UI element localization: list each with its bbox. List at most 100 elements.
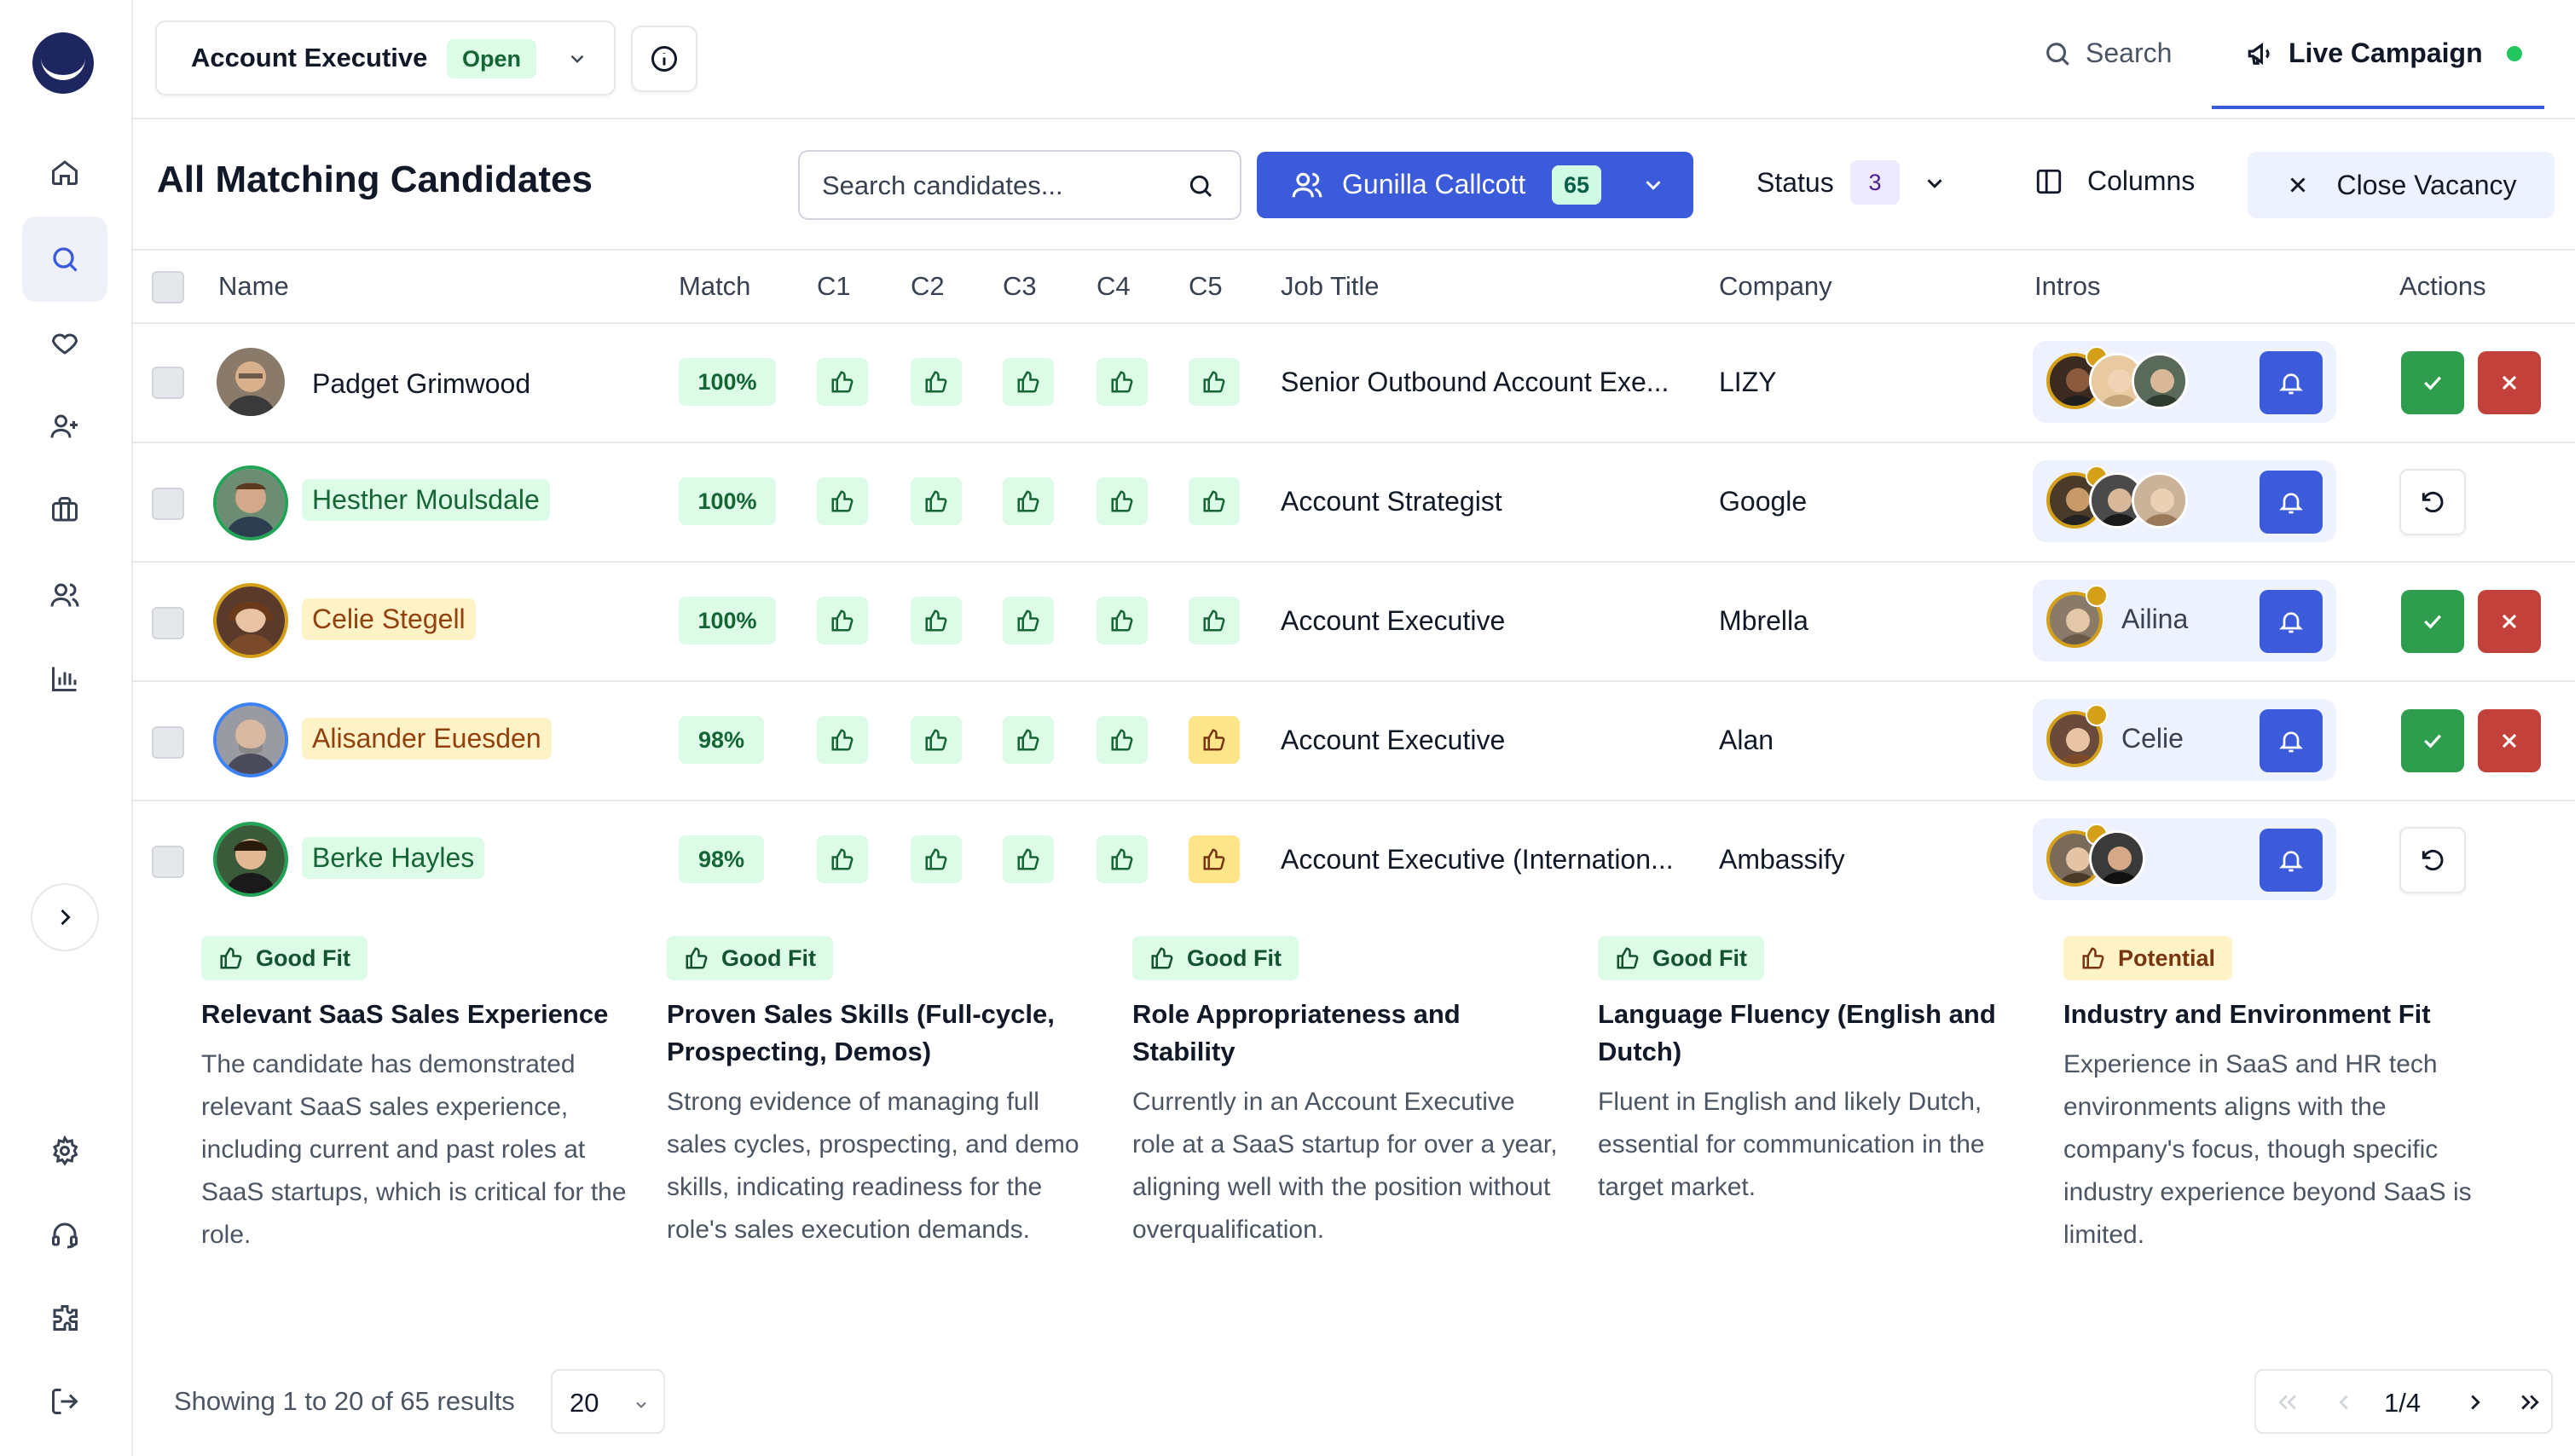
columns-button[interactable]: Columns xyxy=(2034,165,2195,197)
undo-button[interactable] xyxy=(2399,469,2466,535)
thumbs-up-icon xyxy=(1203,729,1225,751)
nav-support[interactable] xyxy=(22,1192,107,1277)
nav-search[interactable] xyxy=(22,217,107,302)
recruiter-selector-button[interactable]: Gunilla Callcott 65 xyxy=(1257,152,1693,218)
row-checkbox[interactable] xyxy=(152,367,184,399)
undo-button[interactable] xyxy=(2399,827,2466,893)
candidate-name[interactable]: Celie Stegell xyxy=(302,598,476,640)
notify-button[interactable] xyxy=(2260,471,2323,534)
criterion-c3-thumb[interactable] xyxy=(1003,477,1054,525)
col-header-job-title[interactable]: Job Title xyxy=(1281,271,1379,302)
reject-button[interactable] xyxy=(2478,709,2541,772)
criterion-c5-thumb[interactable] xyxy=(1189,716,1240,764)
job-info-button[interactable] xyxy=(631,26,697,92)
next-page-icon[interactable] xyxy=(2462,1390,2488,1415)
thumbs-up-icon xyxy=(1017,490,1039,512)
criterion-c5-thumb[interactable] xyxy=(1189,358,1240,406)
col-header-company[interactable]: Company xyxy=(1719,271,1832,302)
notify-button[interactable] xyxy=(2260,709,2323,772)
nav-integrations[interactable] xyxy=(22,1275,107,1361)
close-icon xyxy=(2502,614,2517,629)
candidate-name[interactable]: Hesther Moulsdale xyxy=(302,479,550,521)
criterion-c4-thumb[interactable] xyxy=(1097,358,1148,406)
avatar[interactable] xyxy=(213,702,288,777)
nav-logout[interactable] xyxy=(22,1359,107,1444)
row-checkbox[interactable] xyxy=(152,846,184,878)
criterion-c2-thumb[interactable] xyxy=(911,358,962,406)
criterion-c1-thumb[interactable] xyxy=(817,358,868,406)
criterion-c5-thumb[interactable] xyxy=(1189,597,1240,644)
criterion-c2-thumb[interactable] xyxy=(911,597,962,644)
notify-button[interactable] xyxy=(2260,351,2323,414)
match-badge: 98% xyxy=(679,835,764,883)
nav-team[interactable] xyxy=(22,552,107,638)
criterion-c1-thumb[interactable] xyxy=(817,716,868,764)
criterion-c1-thumb[interactable] xyxy=(817,477,868,525)
criterion-c2-thumb[interactable] xyxy=(911,477,962,525)
nav-home[interactable] xyxy=(22,130,107,215)
candidate-search-input[interactable] xyxy=(822,167,1163,205)
chevron-down-icon[interactable] xyxy=(1922,170,1947,196)
notify-button[interactable] xyxy=(2260,829,2323,892)
app-logo[interactable] xyxy=(32,32,94,94)
approve-button[interactable] xyxy=(2401,709,2464,772)
avatar[interactable] xyxy=(213,822,288,897)
nav-add-user[interactable] xyxy=(22,384,107,469)
notify-button[interactable] xyxy=(2260,590,2323,653)
criterion-c4-thumb[interactable] xyxy=(1097,835,1148,883)
criterion-c1-thumb[interactable] xyxy=(817,835,868,883)
criterion-c3-thumb[interactable] xyxy=(1003,358,1054,406)
candidate-name[interactable]: Alisander Euesden xyxy=(302,718,552,760)
nav-favorites[interactable] xyxy=(22,300,107,385)
row-checkbox[interactable] xyxy=(152,488,184,520)
company-cell: Ambassify xyxy=(1719,844,1845,875)
criterion-c5-thumb[interactable] xyxy=(1189,835,1240,883)
nav-settings[interactable] xyxy=(22,1108,107,1193)
reject-button[interactable] xyxy=(2478,351,2541,414)
select-all-checkbox[interactable] xyxy=(152,271,184,303)
avatar[interactable] xyxy=(213,583,288,658)
col-header-match[interactable]: Match xyxy=(679,271,750,302)
fit-badge: Potential xyxy=(2063,936,2233,980)
criterion-c3-thumb[interactable] xyxy=(1003,597,1054,644)
candidate-name[interactable]: Padget Grimwood xyxy=(312,363,530,405)
live-campaign-tab[interactable]: Live Campaign xyxy=(2246,38,2522,69)
table-top-border xyxy=(133,249,2575,251)
first-page-icon[interactable] xyxy=(2275,1390,2300,1415)
header-divider xyxy=(133,118,2575,119)
criterion-c2-thumb[interactable] xyxy=(911,716,962,764)
candidate-search[interactable] xyxy=(798,150,1241,220)
criterion-c1-thumb[interactable] xyxy=(817,597,868,644)
nav-jobs[interactable] xyxy=(22,467,107,552)
row-checkbox[interactable] xyxy=(152,607,184,639)
expand-sidebar-button[interactable] xyxy=(31,883,99,951)
status-filter-label[interactable]: Status xyxy=(1756,167,1834,199)
chevron-right-icon xyxy=(61,909,71,926)
approve-button[interactable] xyxy=(2401,590,2464,653)
page-size-select[interactable]: 20 xyxy=(551,1369,665,1434)
criterion-c4-thumb[interactable] xyxy=(1097,477,1148,525)
criterion-c2-thumb[interactable] xyxy=(911,835,962,883)
users-icon xyxy=(1292,172,1322,198)
nav-analytics[interactable] xyxy=(22,636,107,721)
row-checkbox[interactable] xyxy=(152,726,184,759)
reject-button[interactable] xyxy=(2478,590,2541,653)
last-page-icon[interactable] xyxy=(2517,1390,2543,1415)
criterion-c5-thumb[interactable] xyxy=(1189,477,1240,525)
criterion-card-5: Potential Industry and Environment Fit E… xyxy=(2063,936,2490,1257)
job-selector[interactable]: Account Executive Open xyxy=(155,20,616,95)
approve-button[interactable] xyxy=(2401,351,2464,414)
close-vacancy-button[interactable]: Close Vacancy xyxy=(2248,152,2555,218)
col-header-name[interactable]: Name xyxy=(218,271,289,302)
avatar[interactable] xyxy=(217,348,285,416)
thumbs-up-icon xyxy=(1203,610,1225,632)
criterion-c3-thumb[interactable] xyxy=(1003,835,1054,883)
criterion-c4-thumb[interactable] xyxy=(1097,716,1148,764)
users-icon xyxy=(50,583,79,607)
avatar[interactable] xyxy=(213,465,288,540)
criterion-c4-thumb[interactable] xyxy=(1097,597,1148,644)
criterion-c3-thumb[interactable] xyxy=(1003,716,1054,764)
prev-page-icon[interactable] xyxy=(2331,1390,2357,1415)
top-search-tab[interactable]: Search xyxy=(2043,38,2172,69)
candidate-name[interactable]: Berke Hayles xyxy=(302,837,485,879)
